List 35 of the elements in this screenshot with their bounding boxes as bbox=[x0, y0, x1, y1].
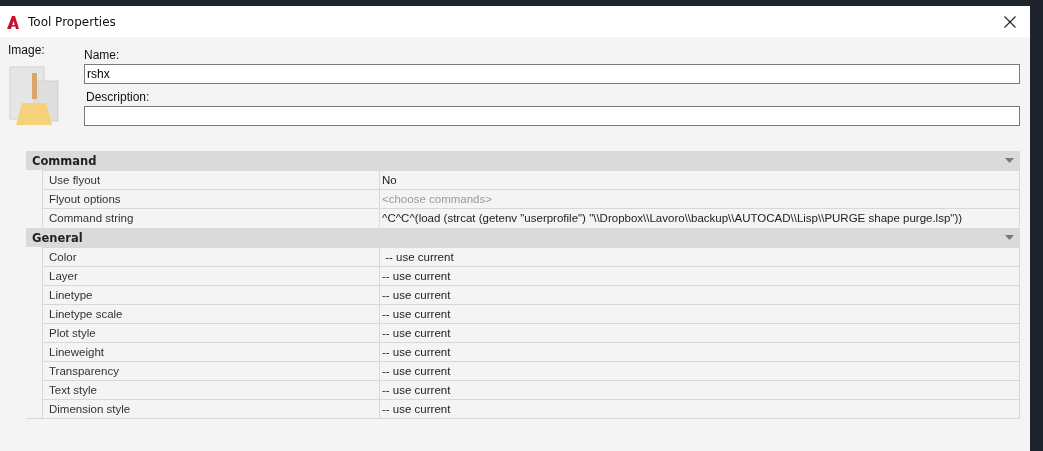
property-name: Transparency bbox=[48, 364, 120, 379]
property-value[interactable]: -- use current bbox=[379, 343, 1019, 361]
section-header[interactable]: General bbox=[26, 228, 1020, 247]
property-value[interactable]: -- use current bbox=[379, 267, 1019, 285]
image-label: Image: bbox=[8, 43, 46, 57]
window-title: Tool Properties bbox=[28, 14, 117, 29]
property-name: Layer bbox=[48, 269, 79, 284]
property-value[interactable]: -- use current bbox=[379, 248, 1019, 266]
property-name: Command string bbox=[48, 211, 135, 226]
property-value[interactable]: -- use current bbox=[379, 362, 1019, 380]
caret-icon[interactable] bbox=[1005, 235, 1014, 240]
property-name: Dimension style bbox=[48, 402, 132, 417]
property-name: Use flyout bbox=[48, 173, 102, 188]
description-label: Description: bbox=[86, 90, 151, 104]
name-field[interactable]: rshx bbox=[84, 64, 1020, 84]
name-label: Name: bbox=[84, 48, 121, 62]
letter-logo-icon bbox=[6, 14, 20, 29]
property-name: Plot style bbox=[48, 326, 97, 341]
property-name: Lineweight bbox=[48, 345, 105, 360]
caret-icon[interactable] bbox=[1005, 158, 1014, 163]
property-name: Linetype bbox=[48, 288, 94, 303]
property-name: Text style bbox=[48, 383, 98, 398]
property-name: Linetype scale bbox=[48, 307, 124, 322]
close-icon[interactable] bbox=[1004, 15, 1016, 28]
property-name: Flyout options bbox=[48, 192, 122, 207]
section-header[interactable]: Command bbox=[26, 151, 1020, 170]
property-value[interactable]: -- use current bbox=[379, 324, 1019, 342]
property-name: Color bbox=[48, 250, 78, 265]
property-value[interactable]: -- use current bbox=[379, 400, 1019, 418]
property-value[interactable]: ^C^C^(load (strcat (getenv "userprofile") "\\Dropbox\\Lavoro\\backup\\AUTOCAD\\Lisp\\PURGE shape purge.lsp")) bbox=[379, 209, 1019, 227]
property-value[interactable]: -- use current bbox=[379, 381, 1019, 399]
property-value[interactable]: -- use current bbox=[379, 305, 1019, 323]
property-value[interactable]: -- use current bbox=[379, 286, 1019, 304]
property-value[interactable]: No bbox=[379, 171, 1019, 189]
description-field[interactable] bbox=[84, 106, 1020, 126]
